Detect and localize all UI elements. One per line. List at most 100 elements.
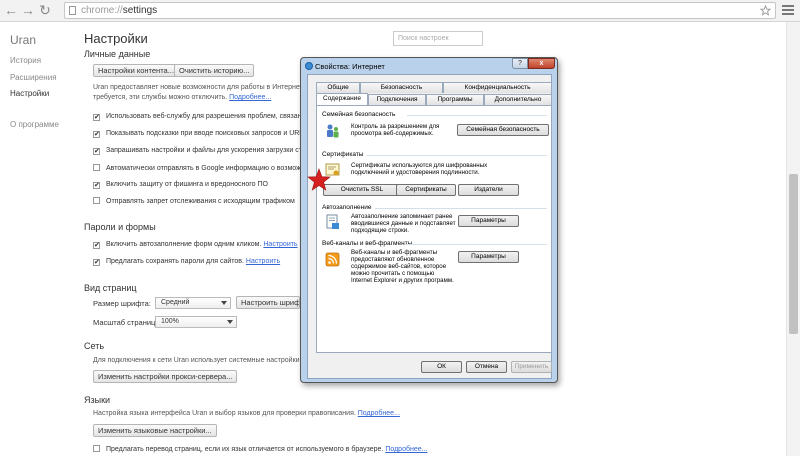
option-row[interactable]: ✔ Включить защиту от фишинга и вредоносно…: [93, 181, 268, 189]
autocomplete-heading: Автозаполнение: [322, 204, 372, 211]
tab-content[interactable]: Содержание: [316, 93, 368, 105]
apply-button[interactable]: Применить: [511, 361, 552, 373]
tab-security[interactable]: Безопасность: [360, 82, 443, 93]
checkbox-unchecked[interactable]: [93, 197, 100, 204]
address-bar[interactable]: chrome://settings: [64, 2, 776, 19]
section-view-heading: Вид страниц: [84, 283, 137, 293]
search-input[interactable]: Поиск настроек: [393, 31, 483, 46]
font-size-select[interactable]: Средний: [155, 297, 231, 309]
autocomplete-settings-button[interactable]: Параметры: [458, 215, 519, 227]
sidebar-item-history[interactable]: История: [10, 56, 41, 65]
close-button[interactable]: x: [528, 58, 555, 69]
url-scheme: chrome://: [81, 5, 123, 16]
checkbox-unchecked[interactable]: [93, 164, 100, 171]
sidebar-item-settings[interactable]: Настройки: [10, 89, 49, 98]
section-network-heading: Сеть: [84, 341, 105, 351]
red-star-marker-icon: [307, 168, 331, 191]
feeds-heading: Веб-каналы и веб-фрагменты: [322, 240, 413, 247]
browser-toolbar: ← → ↻ chrome://settings: [0, 0, 800, 22]
autofill-settings-link[interactable]: Настроить: [263, 241, 297, 248]
feeds-text-line3: содержимое веб-сайтов, которое: [351, 263, 447, 270]
back-icon[interactable]: ←: [3, 2, 19, 18]
option-row[interactable]: Отправлять запрет отслеживания с исходящ…: [93, 197, 295, 205]
family-text-line2: просмотра веб-содержимых.: [351, 130, 434, 137]
help-button[interactable]: ?: [512, 58, 528, 69]
tab-privacy[interactable]: Конфиденциальность: [443, 82, 552, 93]
certs-text-line2: подключений и удостоверения подлинности.: [351, 169, 480, 176]
ie-globe-icon: [305, 62, 313, 70]
page-icon: [69, 6, 76, 15]
autocomplete-text-line1: Автозаполнение запоминает ранее: [351, 213, 453, 220]
cancel-button[interactable]: Отмена: [466, 361, 507, 373]
sidebar-title: Uran: [10, 33, 37, 47]
dialog-title: Свойства: Интернет: [315, 62, 385, 71]
publishers-button[interactable]: Издатели: [458, 184, 519, 196]
tab-advanced[interactable]: Дополнительно: [484, 94, 552, 105]
star-bookmark-icon[interactable]: [760, 5, 771, 16]
autocomplete-text-line2: вводившиеся данные и подставляет: [351, 220, 456, 227]
save-passwords-row[interactable]: ✔ Предлагать сохранять пароли для сайтов.…: [93, 258, 280, 266]
option-row[interactable]: Автоматически отправлять в Google информ…: [93, 164, 305, 172]
option-row[interactable]: ✔ Показывать подсказки при вводе поисковы…: [93, 130, 303, 138]
option-row[interactable]: ✔ Запрашивать настройки и файлы для ускор…: [93, 147, 314, 155]
feeds-text-line1: Веб-каналы и веб-фрагменты: [351, 249, 438, 256]
checkbox-checked[interactable]: ✔: [93, 259, 100, 266]
font-size-label: Размер шрифта:: [93, 299, 151, 308]
page-title: Настройки: [84, 31, 148, 46]
menu-icon[interactable]: [782, 3, 794, 17]
option-row[interactable]: ✔ Использовать веб-службу для разрешения …: [93, 113, 305, 121]
tab-general[interactable]: Общие: [316, 82, 360, 93]
content-settings-button[interactable]: Настройки контента...: [93, 64, 179, 77]
checkbox-checked[interactable]: ✔: [93, 182, 100, 189]
reload-icon[interactable]: ↻: [37, 2, 53, 18]
family-safety-icon: [327, 124, 339, 138]
content-tab-panel: Семейная безопасность Контроль за разреш…: [316, 105, 552, 353]
learn-more-link[interactable]: Подробнее...: [229, 94, 271, 101]
network-note: Для подключения к сети Uran использует с…: [93, 357, 317, 364]
zoom-label: Масштаб страницы:: [93, 318, 163, 327]
personal-note-line1: Uran предоставляет новые возможности для…: [93, 84, 313, 91]
sidebar-item-about[interactable]: О программе: [10, 120, 59, 129]
zoom-select[interactable]: 100%: [155, 316, 237, 328]
autocomplete-icon: [326, 214, 339, 229]
clear-ssl-button[interactable]: Очистить SSL: [323, 184, 401, 196]
section-passwords-heading: Пароли и формы: [84, 222, 156, 232]
family-safety-button[interactable]: Семейная безопасность: [457, 124, 549, 136]
certificates-heading: Сертификаты: [322, 151, 364, 158]
feeds-text-line4: можно прочитать с помощью: [351, 270, 435, 277]
proxy-settings-button[interactable]: Изменить настройки прокси-сервера...: [93, 370, 238, 383]
checkbox-unchecked[interactable]: [93, 445, 100, 452]
feeds-text-line2: предоставляют обновленное: [351, 256, 435, 263]
certs-text-line1: Сертификаты используются для шифрованных: [351, 162, 488, 169]
feeds-icon: [325, 252, 340, 267]
languages-note: Настройка языка интерфейса Uran и выбор …: [93, 410, 400, 417]
feeds-settings-button[interactable]: Параметры: [458, 251, 519, 263]
checkbox-checked[interactable]: ✔: [93, 131, 100, 138]
clear-history-button[interactable]: Очистить историю...: [174, 64, 255, 77]
tab-programs[interactable]: Программы: [426, 94, 484, 105]
autofill-row[interactable]: ✔ Включить автозаполнение форм одним клик…: [93, 241, 298, 249]
autocomplete-text-line3: подходящие строки.: [351, 227, 409, 234]
languages-learn-more-link[interactable]: Подробнее...: [358, 410, 400, 417]
dialog-body: Общие Безопасность Конфиденциальность Со…: [307, 74, 552, 379]
family-safety-heading: Семейная безопасность: [322, 111, 396, 118]
translate-row[interactable]: Предлагать перевод страниц, если их язык…: [93, 445, 427, 453]
language-settings-button[interactable]: Изменить языковые настройки...: [93, 424, 217, 437]
certificates-button[interactable]: Сертификаты: [396, 184, 456, 196]
forward-icon[interactable]: →: [20, 2, 36, 18]
feeds-text-line5: Internet Explorer и других программ.: [351, 277, 454, 284]
tab-connections[interactable]: Подключения: [368, 94, 426, 105]
ok-button[interactable]: ОК: [421, 361, 462, 373]
checkbox-checked[interactable]: ✔: [93, 148, 100, 155]
checkbox-checked[interactable]: ✔: [93, 242, 100, 249]
section-personal-heading: Личные данные: [84, 49, 151, 59]
family-text-line1: Контроль за разрешением для: [351, 123, 440, 130]
url-path: settings: [122, 5, 158, 16]
sidebar-item-extensions[interactable]: Расширения: [10, 73, 57, 82]
customize-fonts-button[interactable]: Настроить шрифты: [236, 296, 300, 309]
section-languages-heading: Языки: [84, 395, 111, 405]
passwords-settings-link[interactable]: Настроить: [246, 258, 280, 265]
checkbox-checked[interactable]: ✔: [93, 114, 100, 121]
translate-learn-more-link[interactable]: Подробнее...: [385, 446, 427, 453]
scrollbar-thumb[interactable]: [789, 174, 798, 334]
